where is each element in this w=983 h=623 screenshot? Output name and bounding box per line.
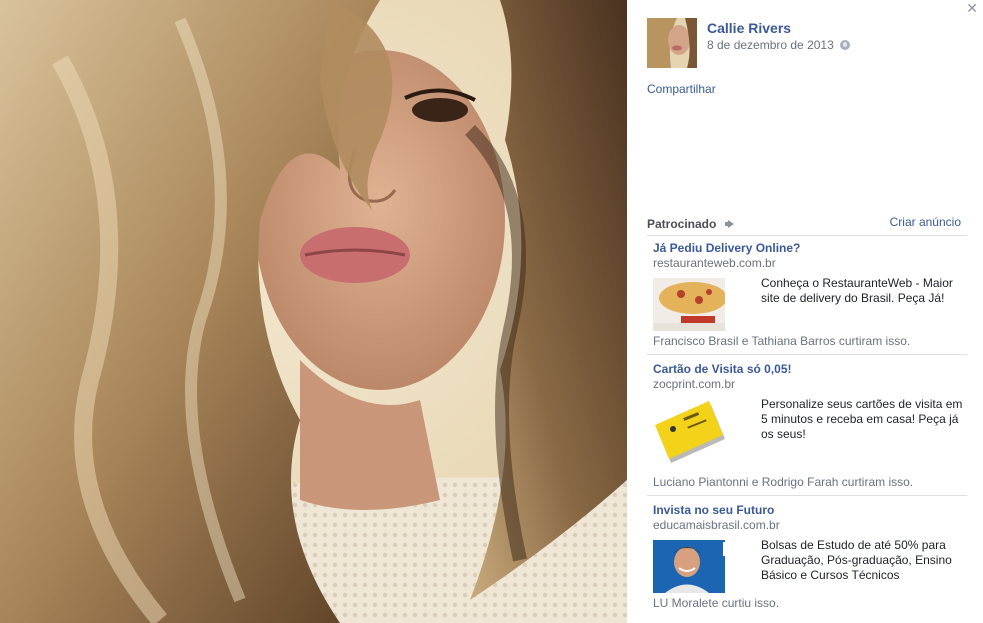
sponsored-header: Patrocinado Criar anúncio — [647, 215, 967, 236]
author-avatar[interactable] — [647, 18, 697, 68]
ad-title[interactable]: Já Pediu Delivery Online? — [653, 241, 967, 256]
ad-image[interactable] — [653, 278, 725, 331]
ad-item: Já Pediu Delivery Online? restauranteweb… — [653, 241, 967, 349]
ad-domain: educamaisbrasil.com.br — [653, 518, 780, 532]
ad-item: Cartão de Visita só 0,05! zocprint.com.b… — [653, 362, 967, 490]
ad-image[interactable] — [653, 399, 725, 469]
ad-image[interactable] — [653, 540, 725, 593]
post-date-text[interactable]: 8 de dezembro de 2013 — [707, 38, 834, 52]
create-ad-link[interactable]: Criar anúncio — [890, 215, 961, 229]
share-link[interactable]: Compartilhar — [647, 82, 716, 96]
ad-title[interactable]: Cartão de Visita só 0,05! — [653, 362, 967, 377]
post-author[interactable]: Callie Rivers — [707, 20, 791, 36]
photo-sidebar: ✕ Callie Rivers 8 de dezembro de 2013 Co… — [627, 0, 983, 623]
divider — [647, 495, 967, 496]
post-date[interactable]: 8 de dezembro de 2013 — [707, 38, 851, 52]
divider — [647, 354, 967, 355]
ad-description: Conheça o RestauranteWeb - Maior site de… — [761, 276, 953, 305]
ad-item: Invista no seu Futuro educamaisbrasil.co… — [653, 503, 967, 618]
ad-description: Bolsas de Estudo de até 50% para Graduaç… — [761, 538, 952, 582]
megaphone-icon — [724, 220, 735, 228]
ad-title[interactable]: Invista no seu Futuro — [653, 503, 967, 518]
ad-domain: zocprint.com.br — [653, 377, 736, 391]
ad-domain: restauranteweb.com.br — [653, 256, 776, 270]
woman-selfie-photo — [0, 0, 627, 623]
ad-social-context: Francisco Brasil e Tathiana Barros curti… — [653, 334, 911, 348]
sponsored-label: Patrocinado — [647, 217, 717, 231]
close-icon[interactable]: ✕ — [966, 0, 978, 16]
globe-icon — [840, 40, 851, 50]
post-photo[interactable] — [0, 0, 627, 623]
ad-social-context: Luciano Piantonni e Rodrigo Farah curtir… — [653, 475, 914, 489]
ad-social-context: LU Moralete curtiu isso. — [653, 596, 780, 610]
ad-description: Personalize seus cartões de visita em 5 … — [761, 397, 963, 441]
